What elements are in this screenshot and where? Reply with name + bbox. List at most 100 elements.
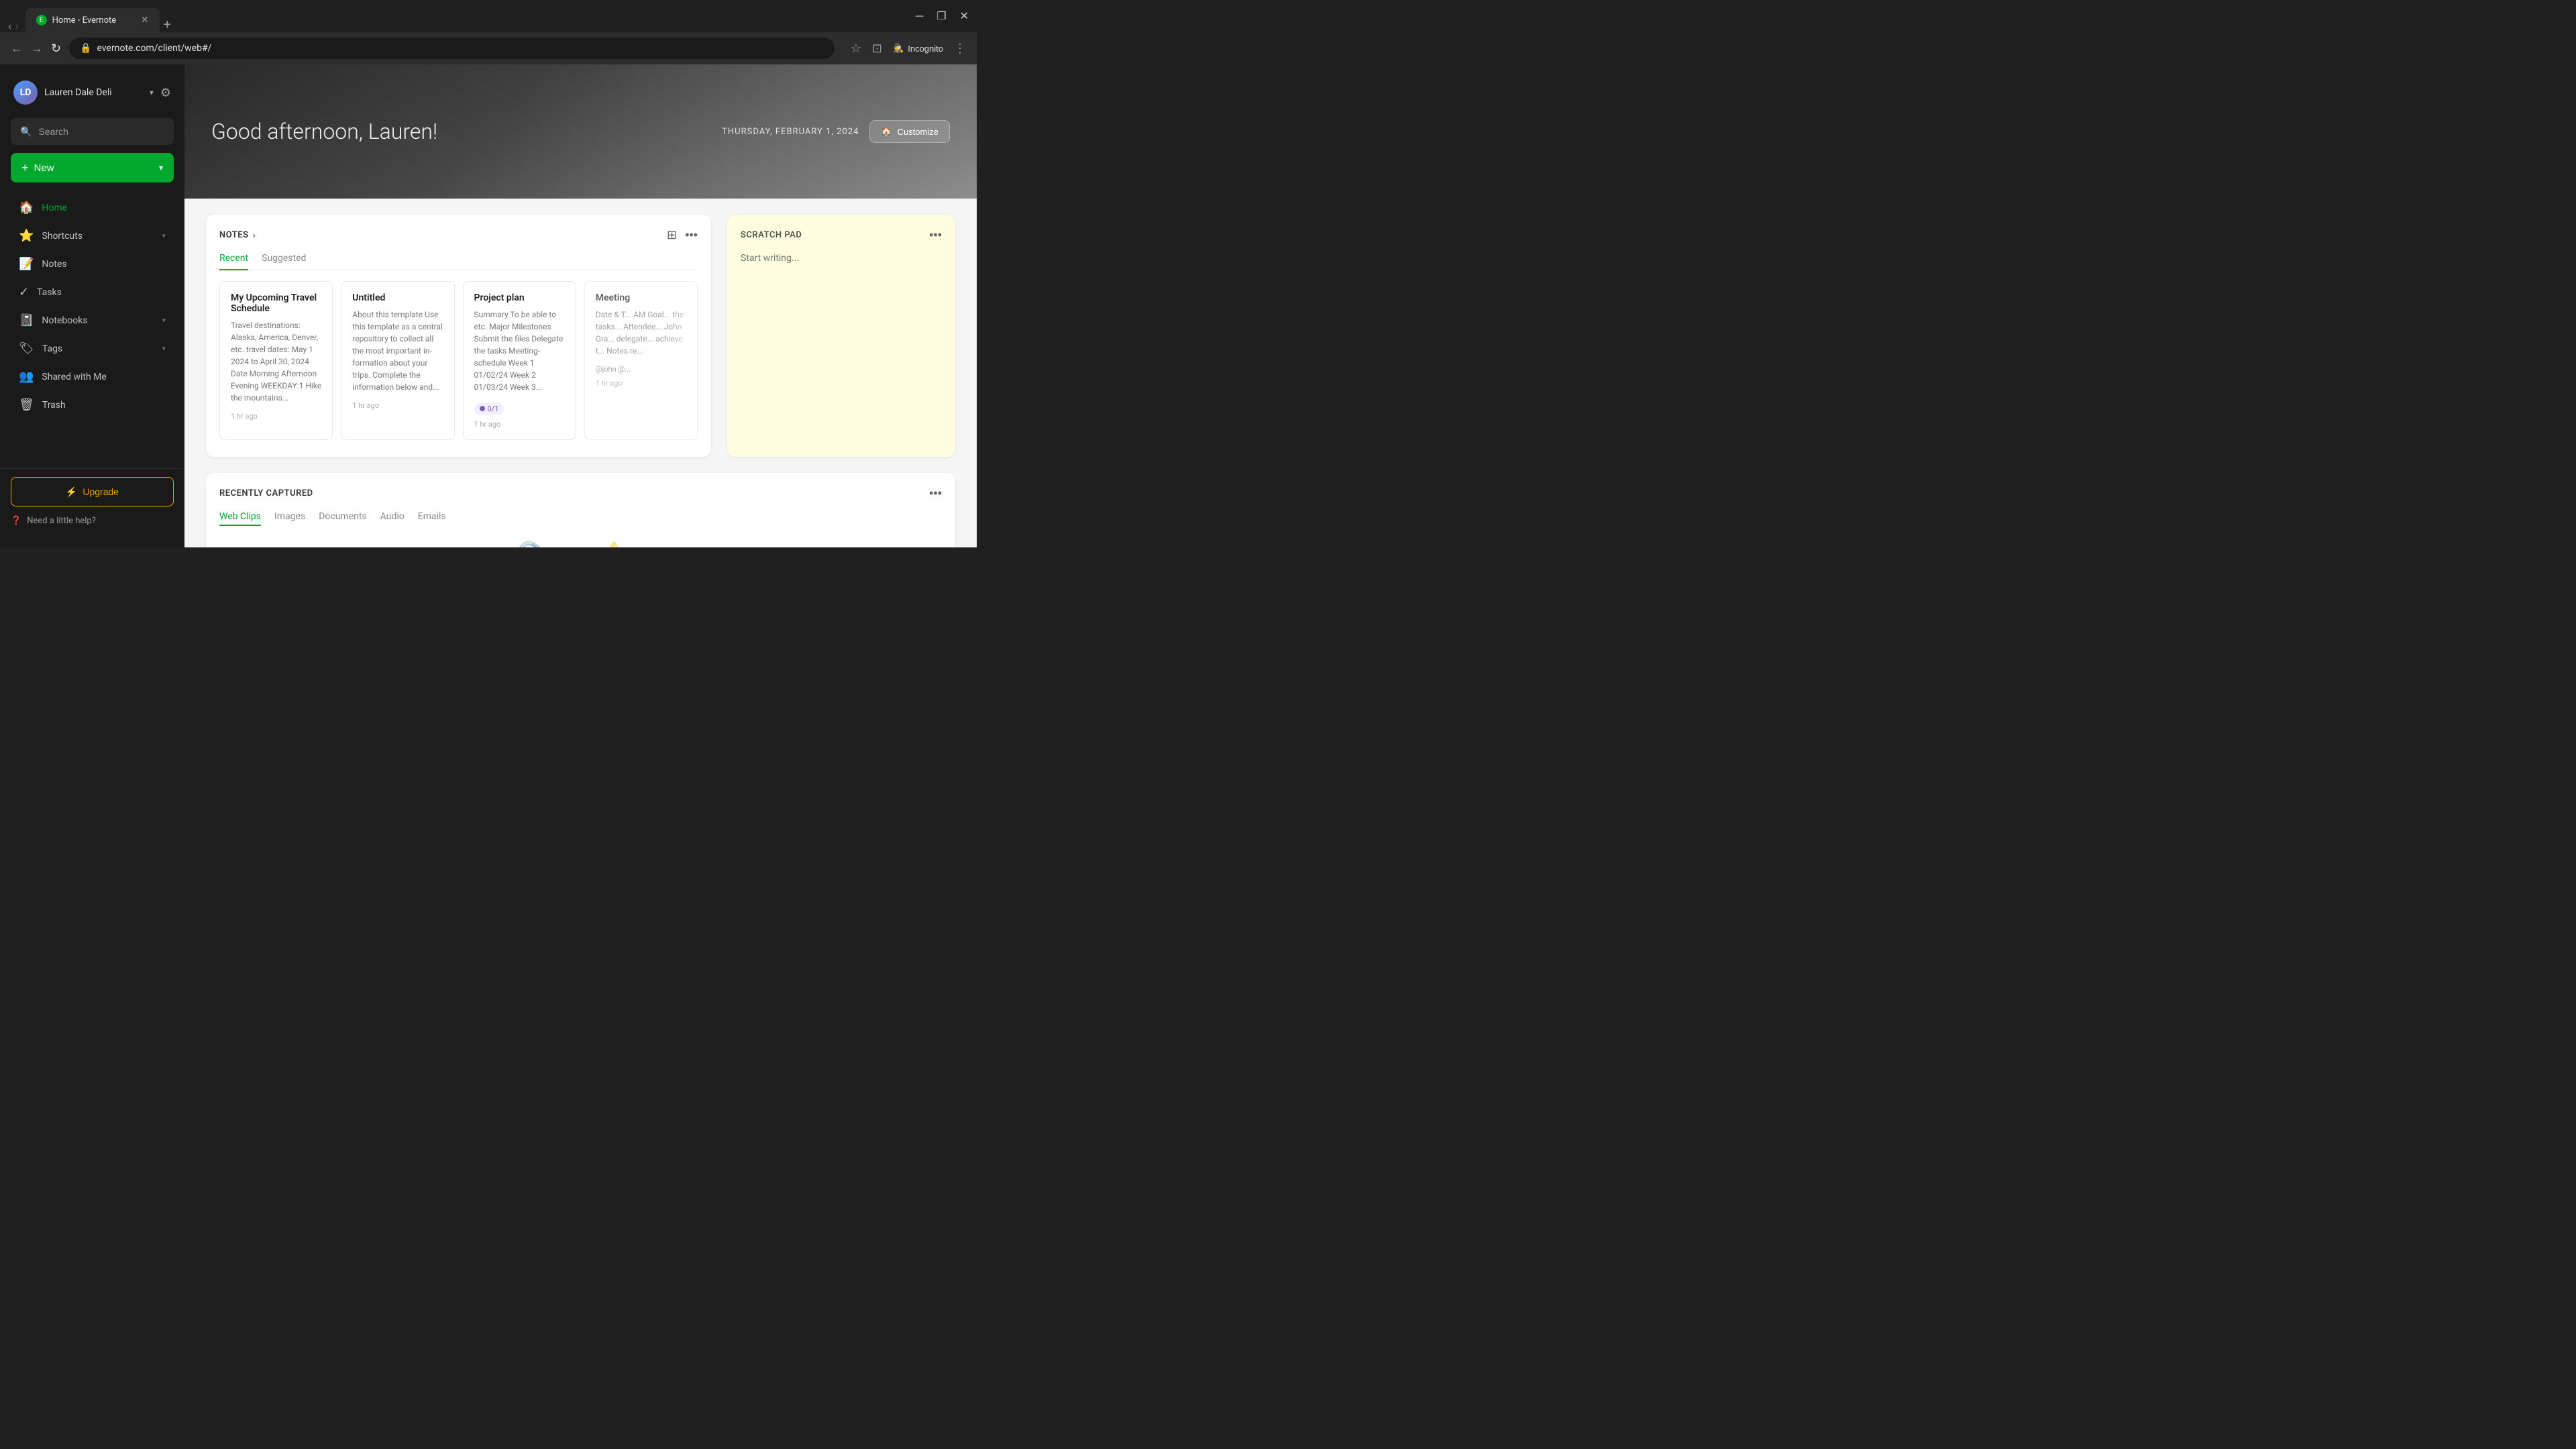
sidebar-item-trash-label: Trash xyxy=(42,400,66,411)
scratch-pad-more-button[interactable]: ••• xyxy=(929,228,942,242)
greeting-text: Good afternoon, Lauren! xyxy=(211,119,437,144)
tab-web-clips[interactable]: Web Clips xyxy=(219,511,261,526)
note-time-1: 1 hr ago xyxy=(231,412,321,421)
user-name: Lauren Dale Deli xyxy=(44,87,143,98)
note-card-1[interactable]: My Upcoming Travel Schedule Travel desti… xyxy=(219,281,333,440)
sidebar-item-shared[interactable]: 👥 Shared with Me xyxy=(5,363,179,390)
tab-audio[interactable]: Audio xyxy=(380,511,405,526)
new-chevron-icon: ▾ xyxy=(159,163,163,172)
scratch-pad-input[interactable] xyxy=(741,253,942,441)
upgrade-icon: ⚡ xyxy=(66,486,77,498)
sidebar-item-tags[interactable]: 🏷 Tags ▾ xyxy=(5,335,179,362)
address-bar[interactable]: 🔒 evernote.com/client/web#/ xyxy=(69,38,835,59)
new-tab-button[interactable]: + xyxy=(164,16,171,32)
badge-dot xyxy=(480,406,485,411)
nav-back[interactable]: ‹ xyxy=(8,19,11,32)
tab-emails[interactable]: Emails xyxy=(418,511,446,526)
notes-grid: My Upcoming Travel Schedule Travel desti… xyxy=(219,281,698,440)
note-card-2[interactable]: Untitled About this template Use this te… xyxy=(341,281,454,440)
sidebar-item-home-label: Home xyxy=(42,203,67,213)
main-content: Good afternoon, Lauren! THURSDAY, FEBRUA… xyxy=(184,64,977,547)
note-preview-3: Summary To be able to etc. Major Milesto… xyxy=(474,309,565,393)
sidebar-user[interactable]: LD Lauren Dale Deli ▾ ⚙ xyxy=(0,75,184,115)
tab-images[interactable]: Images xyxy=(274,511,305,526)
sidebar-bottom: ⚡ Upgrade ❓ Need a little help? xyxy=(0,468,184,537)
sidebar-item-shared-label: Shared with Me xyxy=(42,372,106,382)
reload-button[interactable]: ↻ xyxy=(51,42,61,56)
tab-close-button[interactable]: ✕ xyxy=(141,15,149,25)
scratch-pad-header: SCRATCH PAD ••• xyxy=(741,228,942,242)
captured-more-button[interactable]: ••• xyxy=(929,486,942,500)
incognito-button[interactable]: 🕵 Incognito xyxy=(893,43,943,54)
note-preview-2: About this template Use this template as… xyxy=(352,309,443,393)
note-fade-overlay xyxy=(670,282,697,439)
tab-recent[interactable]: Recent xyxy=(219,253,248,270)
help-icon: ❓ xyxy=(11,516,21,526)
sidebar-item-shortcuts[interactable]: ⭐ Shortcuts ▾ xyxy=(5,222,179,250)
notes-tabs: Recent Suggested xyxy=(219,253,698,270)
browser-tabs: ‹ › E Home - Evernote ✕ + xyxy=(8,0,171,32)
tab-documents[interactable]: Documents xyxy=(319,511,366,526)
tags-expand-icon: ▾ xyxy=(162,344,166,353)
customize-button[interactable]: 🏠 Customize xyxy=(869,120,950,143)
sidebar-item-tasks-label: Tasks xyxy=(37,287,62,298)
maximize-button[interactable]: ❐ xyxy=(936,9,946,23)
badge-text: 0/1 xyxy=(488,405,499,413)
new-button[interactable]: + New ▾ xyxy=(11,153,174,182)
toolbar-right: ☆ ⊡ 🕵 Incognito ⋮ xyxy=(851,42,966,56)
note-card-4[interactable]: Meeting Date & T... AM Goal... the tasks… xyxy=(584,281,698,440)
notes-title-text: NOTES xyxy=(219,230,249,240)
hero-section: Good afternoon, Lauren! THURSDAY, FEBRUA… xyxy=(184,64,977,199)
sidebar-item-notebooks[interactable]: 📓 Notebooks ▾ xyxy=(5,307,179,334)
user-chevron-icon: ▾ xyxy=(150,88,154,97)
notes-add-button[interactable]: ⊞ xyxy=(667,228,677,242)
capture-illustration: 📎🌟 xyxy=(514,539,647,547)
sidebar-item-shortcuts-label: Shortcuts xyxy=(42,231,83,241)
settings-icon[interactable]: ⚙ xyxy=(160,86,171,100)
forward-button[interactable]: → xyxy=(31,42,43,56)
shortcuts-icon: ⭐ xyxy=(19,229,34,243)
tags-icon: 🏷 xyxy=(19,341,34,356)
sidebar-item-tags-label: Tags xyxy=(42,343,62,354)
captured-header: RECENTLY CAPTURED ••• xyxy=(219,486,942,500)
note-title-1: My Upcoming Travel Schedule xyxy=(231,292,321,314)
upgrade-button[interactable]: ⚡ Upgrade xyxy=(11,477,174,506)
search-label: Search xyxy=(38,126,68,137)
notes-widget-header: NOTES › ⊞ ••• xyxy=(219,228,698,242)
note-badge-3: 0/1 xyxy=(474,403,504,415)
sidebar-item-home[interactable]: 🏠 Home xyxy=(5,194,179,221)
close-window-button[interactable]: ✕ xyxy=(960,9,969,23)
lock-icon: 🔒 xyxy=(80,43,91,54)
notes-title-arrow: › xyxy=(253,230,256,241)
scratch-pad-title: SCRATCH PAD xyxy=(741,230,802,240)
content-area: NOTES › ⊞ ••• Recent Suggested My Upcom xyxy=(184,199,977,473)
upgrade-label: Upgrade xyxy=(83,486,119,497)
help-button[interactable]: ❓ Need a little help? xyxy=(11,513,174,529)
customize-icon: 🏠 xyxy=(881,126,892,137)
notebooks-icon: 📓 xyxy=(19,313,34,327)
active-tab[interactable]: E Home - Evernote ✕ xyxy=(25,8,160,32)
bookmark-icon[interactable]: ☆ xyxy=(851,42,861,56)
sidebar-toggle-icon[interactable]: ⊡ xyxy=(872,42,882,56)
back-button[interactable]: ← xyxy=(11,42,23,56)
menu-icon[interactable]: ⋮ xyxy=(954,42,966,56)
sidebar-item-tasks[interactable]: ✓ Tasks xyxy=(5,278,179,306)
search-button[interactable]: 🔍 Search xyxy=(11,118,174,145)
hero-right: THURSDAY, FEBRUARY 1, 2024 🏠 Customize xyxy=(722,120,950,143)
hero-date: THURSDAY, FEBRUARY 1, 2024 xyxy=(722,127,859,137)
notebooks-expand-icon: ▾ xyxy=(162,316,166,325)
note-title-3: Project plan xyxy=(474,292,565,303)
tab-favicon: E xyxy=(36,15,47,25)
sidebar-item-trash[interactable]: 🗑 Trash xyxy=(5,391,179,419)
sidebar-item-notes[interactable]: 📝 Notes xyxy=(5,250,179,278)
address-text: evernote.com/client/web#/ xyxy=(97,43,212,54)
incognito-icon: 🕵 xyxy=(893,43,904,54)
tab-suggested[interactable]: Suggested xyxy=(262,253,306,270)
minimize-button[interactable]: ─ xyxy=(916,9,923,23)
notes-more-button[interactable]: ••• xyxy=(685,228,698,242)
browser-titlebar: ‹ › E Home - Evernote ✕ + ─ ❐ ✕ xyxy=(0,0,977,32)
note-card-3[interactable]: Project plan Summary To be able to etc. … xyxy=(463,281,576,440)
sidebar: LD Lauren Dale Deli ▾ ⚙ 🔍 Search + New ▾… xyxy=(0,64,184,547)
captured-tabs: Web Clips Images Documents Audio Emails xyxy=(219,511,942,526)
nav-forward[interactable]: › xyxy=(15,19,19,32)
